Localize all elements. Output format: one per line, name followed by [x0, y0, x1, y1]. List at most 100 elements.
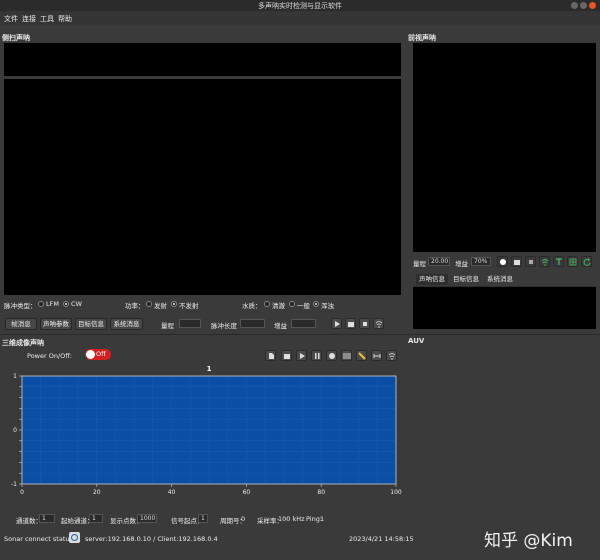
period-value: 0	[241, 515, 246, 523]
pause-icon[interactable]	[311, 350, 322, 361]
start-channel-spinbox[interactable]: 1	[89, 514, 103, 523]
x-tick-label: 80	[317, 489, 325, 496]
sample-rate-value: 100 kHz	[278, 515, 305, 523]
y-tick-label: 0	[13, 427, 17, 434]
x-tick-label: 20	[93, 489, 101, 496]
power-emit-label: 发射	[154, 302, 167, 310]
forward-sonar-title: 前视声呐	[408, 34, 436, 42]
menu-file[interactable]: 文件	[4, 14, 18, 24]
tab-target-info[interactable]: 目标信息	[450, 274, 482, 285]
chart-title: 1	[207, 365, 212, 373]
forward-sonar-display	[413, 43, 596, 252]
side-scan-waterfall-top	[4, 43, 401, 76]
minimize-icon[interactable]	[571, 2, 578, 9]
points-spinbox[interactable]: 1000	[137, 514, 157, 523]
pulse-lfm-label: LFM	[46, 300, 59, 308]
play-icon[interactable]	[331, 318, 342, 329]
record-icon[interactable]	[497, 256, 508, 267]
wifi-icon[interactable]	[373, 318, 384, 329]
x-tick-label: 0	[20, 489, 24, 496]
close-icon[interactable]	[589, 2, 596, 9]
tab-system-message[interactable]: 系统消息	[484, 274, 516, 285]
pulse-length-label: 脉冲长度	[211, 322, 237, 330]
water-label: 水质：	[242, 302, 262, 310]
palette-icon[interactable]	[356, 350, 367, 361]
three-d-chart: 0 20 40 60 80 10010-11	[11, 365, 402, 496]
status-datetime: 2023/4/21 14:58:15	[349, 535, 414, 543]
pulse-type-label: 脉冲类型：	[4, 302, 37, 310]
camera-icon-3d[interactable]	[281, 350, 292, 361]
connect-status-label: Sonar connect status:	[4, 535, 76, 543]
x-tick-label: 100	[390, 489, 402, 496]
signal-start-spinbox[interactable]: 1	[198, 514, 208, 523]
y-tick-label: -1	[11, 481, 17, 488]
menu-tools[interactable]: 工具	[40, 14, 54, 24]
stop-icon-forward[interactable]	[525, 256, 536, 267]
stop-icon[interactable]	[359, 318, 370, 329]
window-title: 多声呐实时检测与显示软件	[258, 2, 342, 10]
range-label: 量程	[161, 322, 174, 330]
forward-info-panel: 声呐信息 目标信息 系统消息	[413, 274, 596, 329]
water-clear-label: 清澈	[272, 302, 285, 310]
x-tick-label: 40	[168, 489, 176, 496]
file-icon[interactable]	[265, 350, 276, 361]
water-turbid-label: 浑浊	[321, 302, 334, 310]
server-client-info: server:192.168.0.10 / Client:192.168.0.4	[85, 535, 218, 543]
text-icon[interactable]	[553, 256, 564, 267]
water-normal-label: 一般	[297, 302, 310, 310]
power-toggle[interactable]: Off	[85, 349, 111, 360]
connection-icon	[69, 532, 80, 543]
target-info-button[interactable]: 目标信息	[75, 318, 107, 330]
bars-icon[interactable]	[341, 350, 352, 361]
y-tick-label: 1	[13, 373, 17, 380]
side-scan-title: 侧扫声呐	[2, 34, 30, 42]
wifi-icon-forward[interactable]	[539, 256, 550, 267]
pulse-lfm-radio[interactable]	[38, 301, 44, 307]
sonar-params-button[interactable]: 声呐参数	[40, 318, 72, 330]
refresh-icon[interactable]	[581, 256, 592, 267]
toggle-state-label: Off	[96, 350, 106, 358]
watermark-text: 知乎 @Kim	[484, 531, 573, 551]
menu-connect[interactable]: 连接	[22, 14, 36, 24]
pulse-cw-radio[interactable]	[63, 301, 69, 307]
tab-sonar-info[interactable]: 声呐信息	[416, 274, 448, 285]
power-noemit-label: 不发射	[179, 302, 199, 310]
wifi-icon-3d[interactable]	[386, 350, 397, 361]
menu-help[interactable]: 帮助	[58, 14, 72, 24]
section-divider	[0, 334, 600, 335]
power-onoff-label: Power On/Off:	[27, 352, 72, 360]
gain-spinbox[interactable]	[291, 319, 316, 328]
three-d-plot: 0 20 40 60 80 100 1 0 -1 1	[4, 362, 404, 502]
camera-icon[interactable]	[345, 318, 356, 329]
window-titlebar: 多声呐实时检测与显示软件	[0, 0, 600, 11]
toggle-knob	[86, 350, 95, 359]
water-turbid-radio[interactable]	[313, 301, 319, 307]
x-tick-label: 60	[243, 489, 251, 496]
menu-bar: 文件 连接 工具 帮助	[0, 11, 600, 25]
power-label: 功率：	[125, 302, 145, 310]
ping-value: 1	[320, 515, 325, 523]
play-icon-3d[interactable]	[296, 350, 307, 361]
pulse-length-spinbox[interactable]	[240, 319, 265, 328]
water-normal-radio[interactable]	[289, 301, 295, 307]
camera-icon-forward[interactable]	[511, 256, 522, 267]
forward-range-label: 量程	[413, 260, 426, 268]
auv-title: AUV	[408, 337, 425, 345]
forward-gain-spinbox[interactable]: 70%	[471, 257, 491, 266]
forward-gain-label: 增益	[455, 260, 468, 268]
record-icon-3d[interactable]	[326, 350, 337, 361]
forward-range-spinbox[interactable]: 20.00	[428, 257, 450, 266]
water-clear-radio[interactable]	[264, 301, 270, 307]
pulse-cw-label: CW	[71, 300, 82, 308]
maximize-icon[interactable]	[580, 2, 587, 9]
grid-icon[interactable]	[567, 256, 578, 267]
power-noemit-radio[interactable]	[171, 301, 177, 307]
system-message-button[interactable]: 系统消息	[110, 318, 143, 330]
frame-message-button[interactable]: 帧消息	[5, 318, 37, 330]
forward-tab-bar: 声呐信息 目标信息 系统消息	[413, 274, 596, 286]
range-spinbox[interactable]	[179, 319, 201, 328]
power-emit-radio[interactable]	[146, 301, 152, 307]
forward-info-content	[413, 287, 596, 329]
ruler-icon[interactable]	[371, 350, 382, 361]
channels-spinbox[interactable]: 1	[39, 514, 55, 523]
